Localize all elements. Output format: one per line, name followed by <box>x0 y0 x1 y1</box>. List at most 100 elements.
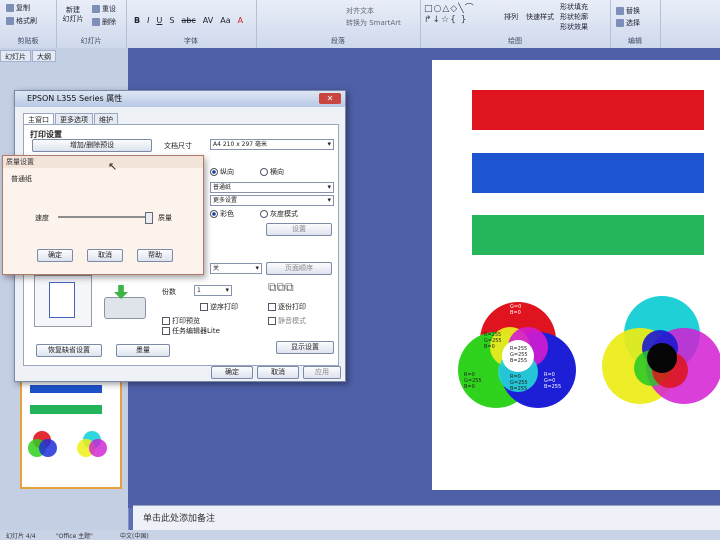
portrait-radio[interactable]: 纵向 <box>210 167 234 177</box>
grayscale-radio[interactable]: 灰度模式 <box>260 209 298 219</box>
quality-settings-dialog: 质量设置 普通纸 速度 质量 确定 取消 帮助 <box>2 155 204 275</box>
arrange-button[interactable]: 排列 <box>504 12 518 22</box>
replace-button[interactable]: 替换 <box>616 6 640 16</box>
add-remove-preset-button[interactable]: 增加/删除预设 <box>32 139 152 152</box>
smartart-button[interactable]: 转换为 SmartArt <box>346 18 401 28</box>
ribbon-group-font: B I U S abc AV Aa A 字体 <box>126 0 257 48</box>
panel-tabs: 幻灯片 大纲 <box>0 50 57 62</box>
copy-button[interactable]: 复制 <box>6 3 30 13</box>
restore-defaults-button[interactable]: 恢复缺省设置 <box>36 344 102 357</box>
new-slide-button[interactable]: 新建 幻灯片 <box>62 6 84 24</box>
delete-button[interactable]: 删除 <box>92 17 116 27</box>
format-painter-button[interactable]: 格式刷 <box>6 16 37 26</box>
screen: 复制 格式刷 剪贴板 新建 幻灯片 重设 删除 幻灯片 B I U S abc … <box>0 0 720 540</box>
tab-outline[interactable]: 大纲 <box>32 50 56 62</box>
green-rgb-label: R=0 G=255 B=0 <box>464 372 482 390</box>
editing-group-label: 编辑 <box>628 37 642 45</box>
ribbon-group-drawing: □○△◇╲⌒ ↱↓☆{ } 排列 快速样式 形状填充 形状轮廓 形状效果 绘图 <box>420 0 611 48</box>
reset-icon <box>92 5 100 13</box>
notes-placeholder: 单击此处添加备注 <box>143 514 216 524</box>
radio-selected-icon <box>210 210 218 218</box>
underline-button[interactable]: U <box>154 16 164 25</box>
doc-size-label: 文档尺寸 <box>164 142 192 150</box>
delete-icon <box>92 18 100 26</box>
apply-button[interactable]: 应用 <box>303 366 341 379</box>
white-rgb-label: R=255 G=255 B=255 <box>510 346 528 364</box>
quality-select[interactable]: 更多设置 <box>210 195 334 206</box>
strikethrough-button[interactable]: abc <box>179 16 197 25</box>
ribbon-group-slides: 新建 幻灯片 重设 删除 幻灯片 <box>56 0 127 48</box>
ribbon-group-editing: 替换 选择 编辑 <box>610 0 661 48</box>
landscape-radio[interactable]: 横向 <box>260 167 284 177</box>
multipage-select[interactable]: 关 <box>210 263 262 274</box>
checkbox-icon <box>268 317 276 325</box>
notes-pane[interactable]: 单击此处添加备注 <box>133 505 720 530</box>
color-radio[interactable]: 彩色 <box>210 209 234 219</box>
quality-slider-thumb[interactable] <box>145 212 153 224</box>
select-button[interactable]: 选择 <box>616 18 640 28</box>
slides-group-label: 幻灯片 <box>80 37 102 45</box>
red-bar[interactable] <box>472 90 704 130</box>
speed-label: 速度 <box>35 214 49 222</box>
shape-outline-button[interactable]: 形状轮廓 <box>560 12 588 22</box>
settings-button[interactable]: 设置 <box>266 223 332 236</box>
paper-type-label: 普通纸 <box>11 175 32 183</box>
cancel-button[interactable]: 取消 <box>257 366 299 379</box>
paper-type-select[interactable]: 普通纸 <box>210 182 334 193</box>
case-button[interactable]: Aa <box>218 16 232 25</box>
shapes-gallery[interactable]: □○△◇╲⌒ ↱↓☆{ } <box>424 4 494 34</box>
ink-levels-button[interactable]: 墨量 <box>116 344 170 357</box>
reset-button[interactable]: 重设 <box>92 4 116 14</box>
quality-ok-button[interactable]: 确定 <box>37 249 73 262</box>
ribbon: 复制 格式刷 剪贴板 新建 幻灯片 重设 删除 幻灯片 B I U S abc … <box>0 0 720 49</box>
show-settings-button[interactable]: 显示设置 <box>276 341 334 354</box>
quality-label: 质量 <box>158 214 172 222</box>
doc-size-select[interactable]: A4 210 x 297 毫米 <box>210 139 334 150</box>
copy-icon <box>6 4 14 12</box>
dialog-title: EPSON L355 Series 属性 <box>15 91 345 107</box>
align-text-button[interactable]: 对齐文本 <box>346 6 374 16</box>
preview-checkbox[interactable]: 打印预览 <box>162 316 200 326</box>
quality-cancel-button[interactable]: 取消 <box>87 249 123 262</box>
shape-fill-button[interactable]: 形状填充 <box>560 2 588 12</box>
quality-slider-track[interactable] <box>58 216 153 218</box>
slide-canvas[interactable]: R=255 G=0 B=0 R=255 G=255 B=0 R=255 G=255 B=25… <box>432 60 720 490</box>
shape-effects-button[interactable]: 形状效果 <box>560 22 588 32</box>
close-button[interactable]: ✕ <box>319 93 341 104</box>
bold-button[interactable]: B <box>132 16 142 25</box>
ribbon-group-clipboard: 复制 格式刷 剪贴板 <box>0 0 57 48</box>
collate-checkbox[interactable]: 逐份打印 <box>268 302 306 312</box>
quality-help-button[interactable]: 帮助 <box>137 249 173 262</box>
checkbox-icon <box>268 303 276 311</box>
font-color-button[interactable]: A <box>236 16 245 25</box>
status-bar: 幻灯片 4/4 "Office 主题" 中文(中国) <box>0 530 720 540</box>
copies-stepper[interactable]: 1 <box>194 285 232 296</box>
color-circles-diagram[interactable] <box>432 290 720 440</box>
font-group-label: 字体 <box>184 37 198 45</box>
yellow-rgb-label: R=255 G=255 B=0 <box>484 332 502 350</box>
thumb-color-circles <box>28 431 107 457</box>
shadow-button[interactable]: S <box>167 16 176 25</box>
tab-slides[interactable]: 幻灯片 <box>0 50 31 62</box>
select-icon <box>616 19 624 27</box>
checkbox-icon <box>162 317 170 325</box>
quiet-mode-checkbox[interactable]: 静音模式 <box>268 316 306 326</box>
thumb-blue-bar <box>30 385 102 393</box>
collate-pages-icon: ⧉⧉⧉ <box>268 280 294 294</box>
reverse-order-checkbox[interactable]: 逆序打印 <box>200 302 238 312</box>
job-arranger-checkbox[interactable]: 任务编辑器Lite <box>162 326 220 336</box>
replace-icon <box>616 7 624 15</box>
drawing-group-label: 绘图 <box>508 37 522 45</box>
page-order-button[interactable]: 页面顺序 <box>266 262 332 275</box>
checkbox-icon <box>162 327 170 335</box>
italic-button[interactable]: I <box>145 16 151 25</box>
blue-bar[interactable] <box>472 153 704 193</box>
green-bar[interactable] <box>472 215 704 255</box>
quality-dialog-title: 质量设置 <box>3 156 203 168</box>
ok-button[interactable]: 确定 <box>211 366 253 379</box>
spacing-button[interactable]: AV <box>201 16 215 25</box>
status-slide-count: 幻灯片 4/4 <box>6 533 36 540</box>
radio-icon <box>260 210 268 218</box>
quick-styles-button[interactable]: 快速样式 <box>526 12 554 22</box>
mouse-cursor-icon: ↖ <box>108 160 118 173</box>
